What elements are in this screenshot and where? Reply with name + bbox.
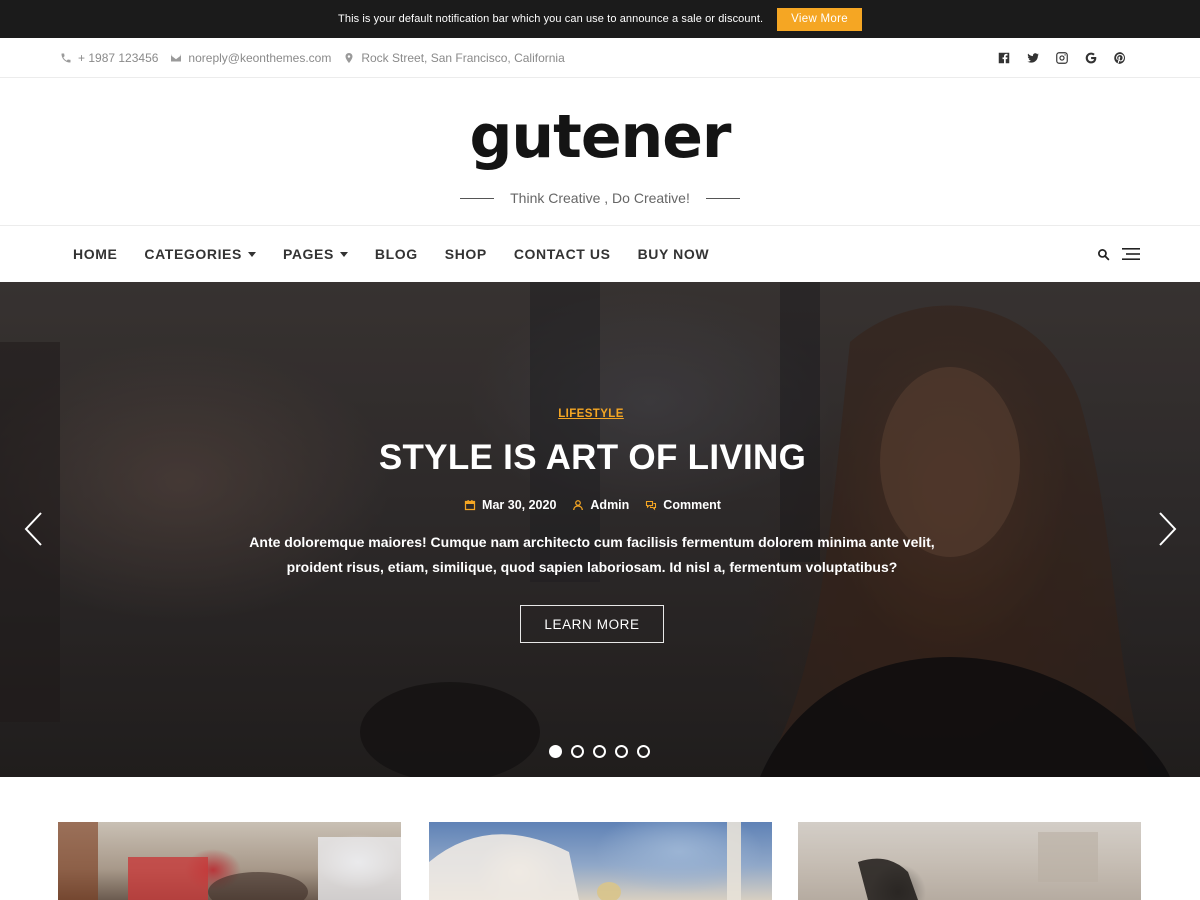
hero-slide-content: LIFESTYLE STYLE IS ART OF LIVING Mar 30,… [0,282,1200,777]
slider-dot-2[interactable] [571,745,584,758]
instagram-icon[interactable] [1055,51,1069,65]
facebook-icon[interactable] [997,51,1011,65]
tagline-divider-left [460,197,495,199]
address-text: Rock Street, San Francisco, California [361,51,565,65]
hero-title[interactable]: STYLE IS ART OF LIVING [0,438,1185,478]
post-author-text: Admin [590,498,630,512]
post-date-text: Mar 30, 2020 [482,498,557,512]
nav-item-label: HOME [73,246,118,262]
envelope-icon [171,54,182,62]
post-author[interactable]: Admin [572,498,629,512]
nav-item-shop[interactable]: SHOP [445,246,487,262]
main-navigation: HOME CATEGORIES PAGES BLOG SHOP CONTACT … [0,226,1200,282]
slider-pagination [549,745,650,758]
view-more-button[interactable]: View More [777,7,862,31]
post-meta: Mar 30, 2020 Admin Comment [0,498,1185,512]
contact-address: Rock Street, San Francisco, California [343,51,565,65]
email-text: noreply@keonthemes.com [188,51,332,65]
contact-email[interactable]: noreply@keonthemes.com [170,51,331,65]
nav-menu: HOME CATEGORIES PAGES BLOG SHOP CONTACT … [73,226,709,282]
post-comments-text: Comment [663,498,721,512]
comments-icon [646,500,657,511]
nav-tools [1097,226,1140,282]
nav-item-label: BUY NOW [637,246,710,262]
hero-category: LIFESTYLE [0,404,1182,422]
featured-posts [0,777,1200,900]
nav-item-home[interactable]: HOME [73,246,117,262]
slider-prev-arrow-icon[interactable] [22,510,44,548]
top-bar: + 1987 123456 noreply@keonthemes.com Roc… [0,38,1200,78]
user-icon [573,500,584,511]
search-icon[interactable] [1097,248,1110,261]
nav-item-label: SHOP [444,246,487,262]
caret-down-icon [339,251,348,257]
nav-item-label: PAGES [282,246,334,262]
map-marker-icon [345,53,353,63]
post-card-image[interactable] [429,822,772,900]
phone-text: + 1987 123456 [78,51,159,65]
slider-next-arrow-icon[interactable] [1157,510,1179,548]
post-comments[interactable]: Comment [645,498,721,512]
post-date[interactable]: Mar 30, 2020 [464,498,556,512]
slider-dot-4[interactable] [615,745,628,758]
slider-dot-5[interactable] [637,745,650,758]
street-photo [58,822,401,900]
notification-text: This is your default notification bar wh… [338,13,764,25]
site-tagline: Think Creative , Do Creative! [510,190,690,206]
mosque-photo [429,822,741,900]
nav-item-pages[interactable]: PAGES [283,246,348,262]
tagline-row: Think Creative , Do Creative! [0,190,1200,206]
category-link[interactable]: LIFESTYLE [558,408,624,420]
twitter-icon[interactable] [1026,51,1040,65]
nav-item-buy-now[interactable]: BUY NOW [638,246,710,262]
notification-bar: This is your default notification bar wh… [0,0,1200,38]
caret-down-icon [247,251,256,257]
calendar-icon [464,500,476,511]
hero-excerpt: Ante doloremque maiores! Cumque nam arch… [249,534,935,575]
contact-info: + 1987 123456 noreply@keonthemes.com Roc… [60,38,565,78]
nav-item-blog[interactable]: BLOG [375,246,418,262]
tagline-divider-right [705,197,740,199]
nav-item-label: CATEGORIES [144,246,242,262]
hero-slider: LIFESTYLE STYLE IS ART OF LIVING Mar 30,… [0,282,1200,777]
social-links [997,38,1127,78]
nav-item-label: BLOG [374,246,418,262]
nav-item-categories[interactable]: CATEGORIES [144,246,256,262]
phone-icon [61,53,71,63]
nav-item-contact-us[interactable]: CONTACT US [514,246,611,262]
hamburger-menu-icon[interactable] [1122,247,1140,261]
site-branding: gutener Think Creative , Do Creative! [0,78,1200,226]
site-logo[interactable]: gutener [0,102,1200,172]
nav-item-label: CONTACT US [513,246,611,262]
wall-photo [798,822,1141,900]
learn-more-button[interactable]: LEARN MORE [520,605,664,643]
slider-dot-1[interactable] [549,745,562,758]
post-card-image[interactable] [798,822,1141,900]
google-icon[interactable] [1084,51,1098,65]
contact-phone: + 1987 123456 [60,51,158,65]
slider-dot-3[interactable] [593,745,606,758]
post-card-image[interactable] [58,822,401,900]
pinterest-icon[interactable] [1113,51,1127,65]
